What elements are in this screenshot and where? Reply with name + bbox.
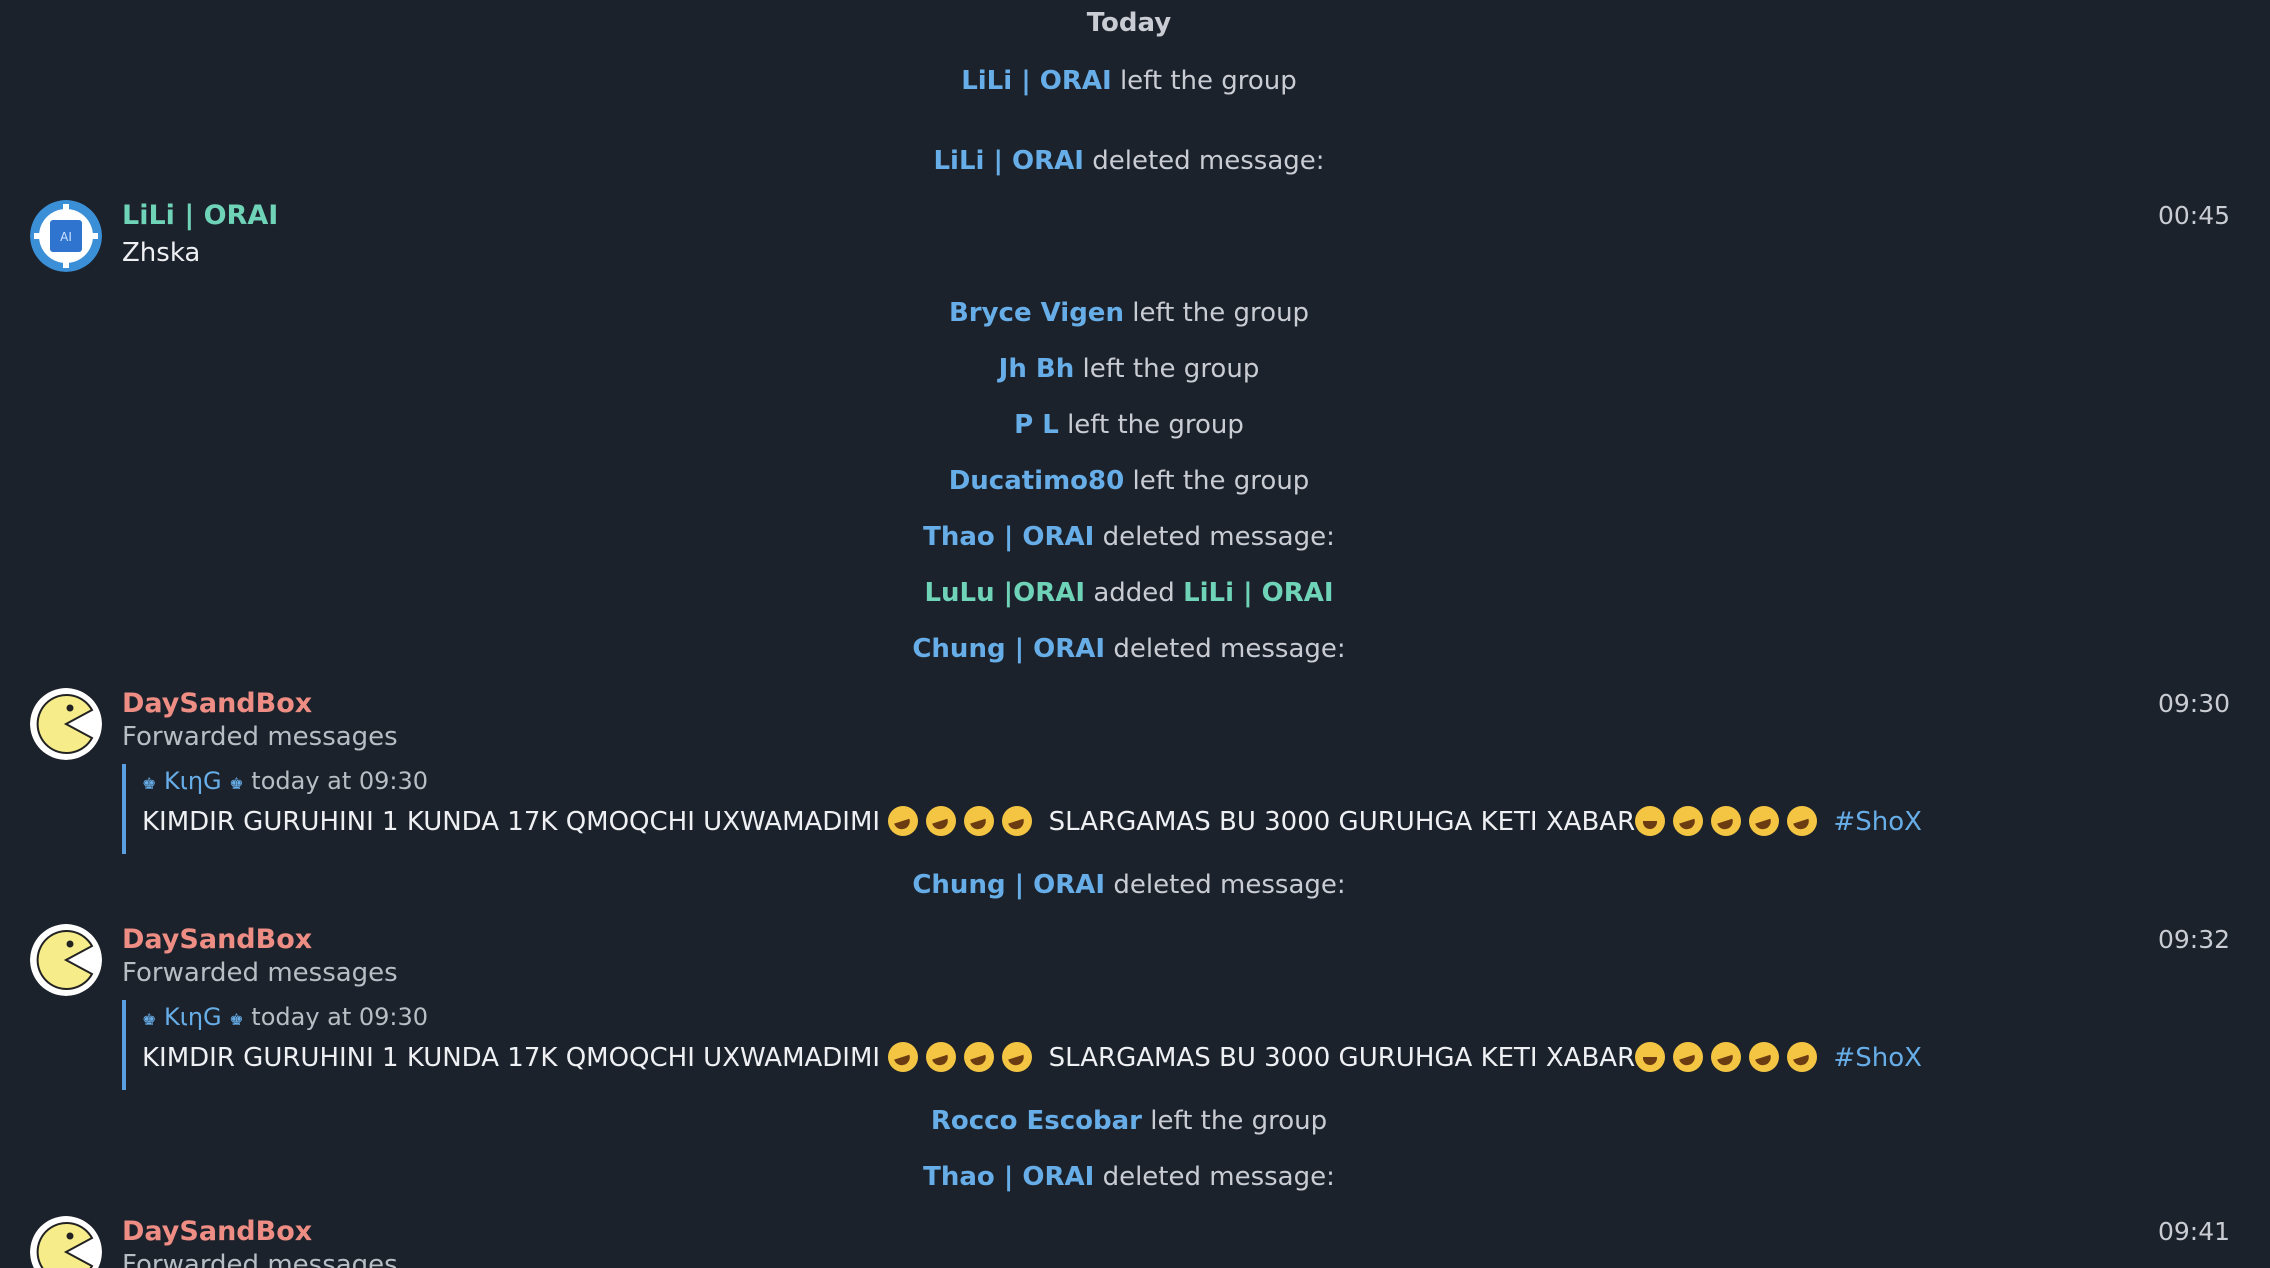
avatar[interactable] [30,1216,102,1268]
service-message: LuLu |ORAI added LiLi | ORAI [0,576,2258,610]
service-action: added [1093,578,1175,608]
avatar[interactable]: AI [30,200,102,272]
service-actor[interactable]: P L [1014,410,1059,440]
service-action: left the group [1067,410,1244,440]
service-message: Chung | ORAI deleted message: [0,868,2258,902]
avatar[interactable] [30,688,102,760]
avatar[interactable] [30,924,102,996]
service-action: deleted message: [1113,634,1346,664]
service-actor[interactable]: LiLi | ORAI [961,66,1111,96]
message-text: Zhska [122,238,201,268]
service-actor[interactable]: Chung | ORAI [912,870,1105,900]
service-message: Thao | ORAI deleted message: [0,1160,2258,1194]
service-actor[interactable]: Thao | ORAI [923,1162,1094,1192]
pacman-icon [30,688,102,760]
forward-text-part2: SLARGAMAS BU 3000 GURUHGA KETI XABAR [1048,807,1636,837]
service-message: Chung | ORAI deleted message: [0,632,2258,666]
service-action: left the group [1132,298,1310,328]
sender-name[interactable]: DaySandBox [122,1215,312,1249]
pacman-icon [30,1216,102,1268]
sender-name[interactable]: DaySandBox [122,687,312,721]
service-message: Rocco Escobar left the group [0,1104,2258,1138]
forward-text-part1: KIMDIR GURUHINI 1 KUNDA 17K QMOQCHI UXWA… [142,807,881,837]
rofl-emoji-icon [964,806,995,836]
rofl-emoji-icon [926,1042,957,1072]
rofl-emoji-icon [888,806,919,836]
forward-text-part1: KIMDIR GURUHINI 1 KUNDA 17K QMOQCHI UXWA… [142,1043,881,1073]
service-message: Jh Bh left the group [0,352,2258,386]
service-message: Thao | ORAI deleted message: [0,520,2258,554]
rofl-emoji-icon [1749,806,1780,836]
service-message: P L left the group [0,408,2258,442]
rofl-emoji-icon [1711,1042,1742,1072]
rofl-emoji-icon [1673,806,1704,836]
grin-emoji-icon [1635,806,1666,836]
service-message: LiLi | ORAI deleted message: [0,144,2258,178]
forward-time: today at 09:30 [251,767,429,795]
service-action: deleted message: [1092,146,1325,176]
message-time: 09:30 [2157,689,2230,718]
forwarded-label: Forwarded messages [122,1250,398,1268]
forwarded-label: Forwarded messages [122,958,398,988]
service-message: Bryce Vigen left the group [0,296,2258,330]
service-message: Ducatimo80 left the group [0,464,2258,498]
service-actor[interactable]: Thao | ORAI [923,522,1094,552]
chat-history[interactable]: Today LiLi | ORAI left the group LiLi | … [0,0,2270,1268]
service-message: LiLi | ORAI left the group [0,64,2258,98]
service-action: deleted message: [1102,1162,1335,1192]
svg-text:AI: AI [60,230,72,244]
service-action: deleted message: [1102,522,1335,552]
message-time: 00:45 [2157,201,2230,230]
service-action: left the group [1132,466,1310,496]
forwarded-label: Forwarded messages [122,722,398,752]
forward-author[interactable]: KιηG [164,767,222,795]
rofl-emoji-icon [1749,1042,1780,1072]
rofl-emoji-icon [1002,1042,1033,1072]
forward-header: ♚ KιηG ♚ today at 09:30 [142,1000,1922,1037]
forward-header: ♚ KιηG ♚ today at 09:30 [142,764,1922,801]
service-actor[interactable]: LuLu |ORAI [924,578,1085,608]
service-actor[interactable]: Bryce Vigen [949,298,1124,328]
forwarded-quote[interactable]: ♚ KιηG ♚ today at 09:30 KIMDIR GURUHINI … [122,1000,1922,1090]
service-target[interactable]: LiLi | ORAI [1183,578,1333,608]
service-actor[interactable]: Rocco Escobar [931,1106,1142,1136]
service-action: left the group [1119,66,1297,96]
message-time: 09:32 [2157,925,2230,954]
forwarded-quote[interactable]: ♚ KιηG ♚ today at 09:30 KIMDIR GURUHINI … [122,764,1922,854]
service-actor[interactable]: Chung | ORAI [912,634,1105,664]
grin-emoji-icon [1635,1042,1666,1072]
rofl-emoji-icon [888,1042,919,1072]
service-actor[interactable]: LiLi | ORAI [933,146,1083,176]
forward-text: KIMDIR GURUHINI 1 KUNDA 17K QMOQCHI UXWA… [142,801,1922,843]
service-actor[interactable]: Ducatimo80 [949,466,1125,496]
crown-icon: ♚ [142,1010,157,1029]
rofl-emoji-icon [1673,1042,1704,1072]
forward-author[interactable]: KιηG [164,1003,222,1031]
hashtag-link[interactable]: #ShoX [1833,1043,1922,1073]
day-separator: Today [1086,8,1172,38]
hashtag-link[interactable]: #ShoX [1833,807,1922,837]
forward-text-part2: SLARGAMAS BU 3000 GURUHGA KETI XABAR [1048,1043,1636,1073]
service-actor[interactable]: Jh Bh [999,354,1075,384]
rofl-emoji-icon [1711,806,1742,836]
service-action: left the group [1082,354,1260,384]
rofl-emoji-icon [926,806,957,836]
sender-name[interactable]: DaySandBox [122,923,312,957]
rofl-emoji-icon [964,1042,995,1072]
message-time: 09:41 [2157,1217,2230,1246]
crown-icon: ♚ [229,1010,244,1029]
service-action: left the group [1150,1106,1328,1136]
rofl-emoji-icon [1787,806,1818,836]
rofl-emoji-icon [1002,806,1033,836]
pacman-icon [30,924,102,996]
rofl-emoji-icon [1787,1042,1818,1072]
crown-icon: ♚ [229,774,244,793]
service-action: deleted message: [1113,870,1346,900]
forward-time: today at 09:30 [251,1003,429,1031]
crown-icon: ♚ [142,774,157,793]
forward-text: KIMDIR GURUHINI 1 KUNDA 17K QMOQCHI UXWA… [142,1037,1922,1079]
ai-chip-icon: AI [30,200,102,272]
sender-name[interactable]: LiLi | ORAI [122,199,278,233]
